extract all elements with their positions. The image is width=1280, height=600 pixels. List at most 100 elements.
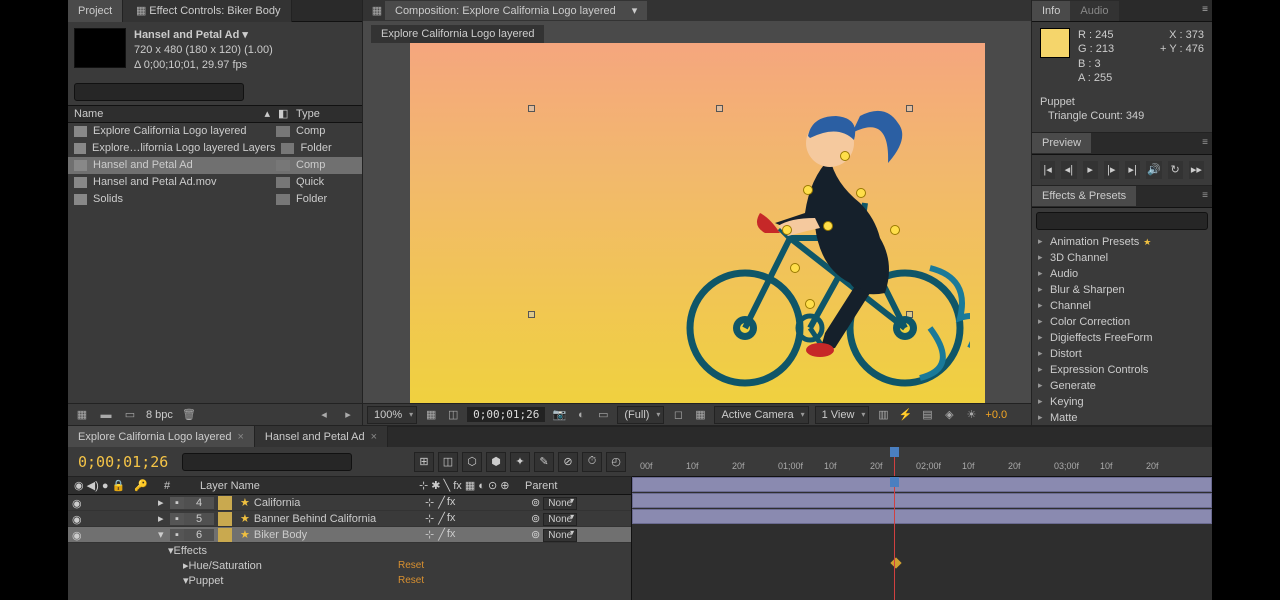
prev-frame-button[interactable]: ◂| [1061, 161, 1076, 179]
reset-link[interactable]: Reset [398, 575, 424, 586]
effect-category[interactable]: Channel [1036, 298, 1208, 314]
mask-icon[interactable]: ◫ [445, 407, 461, 423]
effects-group[interactable]: Effects [174, 545, 207, 557]
last-frame-button[interactable]: ▸| [1125, 161, 1140, 179]
pickwhip-icon[interactable]: ⊚ [531, 513, 540, 525]
timeline-layer-row[interactable]: ◉▾▪6★Biker Body⊹╱fx⊚ None [68, 527, 631, 543]
tool-btn[interactable]: ⊞ [414, 452, 434, 472]
camera-dropdown[interactable]: Active Camera [714, 406, 808, 424]
tool-btn[interactable]: ✎ [534, 452, 554, 472]
mute-button[interactable]: 🔊 [1146, 161, 1161, 179]
project-item[interactable]: Explore California Logo layeredComp [68, 123, 362, 140]
region-icon[interactable]: ▭ [595, 407, 611, 423]
layer-bar[interactable] [632, 509, 1212, 524]
roi-icon[interactable]: ◻ [670, 407, 686, 423]
label-color[interactable] [218, 512, 232, 526]
panel-menu-icon[interactable]: ≡ [1202, 137, 1208, 148]
comp-flowchart-tab[interactable]: Explore California Logo layered [371, 25, 544, 43]
scroll-right-icon[interactable]: ▸ [340, 407, 356, 423]
fx-hue-saturation[interactable]: Hue/Saturation [189, 560, 262, 572]
puppet-pin[interactable] [790, 263, 800, 273]
tool-btn[interactable]: ✦ [510, 452, 530, 472]
parent-dropdown[interactable]: None [543, 513, 577, 526]
timeline-layer-row[interactable]: ◉▸▪5★Banner Behind California⊹╱fx⊚ None [68, 511, 631, 527]
close-icon[interactable]: × [371, 431, 377, 443]
effect-category[interactable]: Digieffects FreeForm [1036, 330, 1208, 346]
current-time[interactable]: 0;00;01;26 [467, 407, 545, 422]
timeline-tab-2[interactable]: Hansel and Petal Ad× [255, 426, 388, 448]
timeline-tab-1[interactable]: Explore California Logo layered× [68, 426, 255, 448]
visibility-toggle[interactable]: ◉ [72, 513, 84, 525]
label-color[interactable] [218, 496, 232, 510]
sort-icon[interactable]: ▴ [264, 107, 270, 120]
playhead-line[interactable] [894, 477, 895, 600]
snapshot-icon[interactable]: 📷 [551, 407, 567, 423]
channel-icon[interactable]: ◐ [573, 407, 589, 423]
effect-category[interactable]: Audio [1036, 266, 1208, 282]
project-item[interactable]: Hansel and Petal AdComp [68, 157, 362, 174]
effect-category[interactable]: Blur & Sharpen [1036, 282, 1208, 298]
project-search-input[interactable] [74, 83, 244, 101]
timeline-search-input[interactable] [182, 453, 352, 471]
col-type[interactable]: Type [296, 108, 356, 120]
reset-link[interactable]: Reset [398, 560, 424, 571]
layer-bar[interactable] [632, 493, 1212, 508]
effect-category[interactable]: Distort [1036, 346, 1208, 362]
play-button[interactable]: ▸ [1083, 161, 1098, 179]
interpret-icon[interactable]: ▦ [74, 407, 90, 423]
first-frame-button[interactable]: |◂ [1040, 161, 1055, 179]
bpc-toggle[interactable]: 8 bpc [146, 409, 173, 421]
layer-bar[interactable] [632, 477, 1212, 492]
tab-preview[interactable]: Preview [1032, 133, 1091, 153]
col-label-icon[interactable]: ◧ [278, 107, 296, 120]
tool-btn[interactable]: ⬡ [462, 452, 482, 472]
pickwhip-icon[interactable]: ⊚ [531, 529, 540, 541]
effect-category[interactable]: Expression Controls [1036, 362, 1208, 378]
tab-effect-controls[interactable]: ▦ Effect Controls: Biker Body [123, 0, 291, 22]
puppet-pin[interactable] [856, 188, 866, 198]
pickwhip-icon[interactable]: ⊚ [531, 497, 540, 509]
tool-btn[interactable]: ⊘ [558, 452, 578, 472]
col-parent[interactable]: Parent [525, 480, 625, 492]
panel-menu-icon[interactable]: ≡ [1202, 190, 1208, 201]
flowchart-icon[interactable]: ◈ [941, 407, 957, 423]
playhead[interactable] [894, 447, 895, 476]
scroll-left-icon[interactable]: ◂ [316, 407, 332, 423]
project-item[interactable]: Hansel and Petal Ad.movQuick [68, 174, 362, 191]
tab-effects-presets[interactable]: Effects & Presets [1032, 186, 1136, 206]
grid-icon[interactable]: ▦ [423, 407, 439, 423]
exposure-value[interactable]: +0.0 [985, 409, 1007, 421]
puppet-pin[interactable] [890, 225, 900, 235]
loop-button[interactable]: ↻ [1168, 161, 1183, 179]
trash-icon[interactable]: 🗑 [181, 407, 197, 423]
effects-search-input[interactable] [1036, 212, 1208, 230]
parent-dropdown[interactable]: None [543, 529, 577, 542]
effect-category[interactable]: Keying [1036, 394, 1208, 410]
zoom-dropdown[interactable]: 100% [367, 406, 417, 424]
effect-category[interactable]: Matte [1036, 410, 1208, 426]
puppet-pin[interactable] [823, 221, 833, 231]
tab-project[interactable]: Project [68, 0, 123, 22]
project-item[interactable]: SolidsFolder [68, 191, 362, 208]
keyframe[interactable] [890, 557, 901, 568]
canvas[interactable] [410, 43, 985, 403]
fx-puppet[interactable]: Puppet [189, 575, 224, 587]
puppet-pin[interactable] [805, 299, 815, 309]
effect-category[interactable]: 3D Channel [1036, 250, 1208, 266]
visibility-toggle[interactable]: ◉ [72, 497, 84, 509]
view-dropdown[interactable]: 1 View [815, 406, 870, 424]
puppet-pin[interactable] [782, 225, 792, 235]
comp-nav-icon[interactable]: ▦ [369, 3, 385, 19]
tool-btn[interactable]: ◫ [438, 452, 458, 472]
time-ruler[interactable]: 00f10f20f01;00f10f20f02;00f10f20f03;00f1… [632, 447, 1212, 477]
next-frame-button[interactable]: |▸ [1104, 161, 1119, 179]
effect-category[interactable]: Color Correction [1036, 314, 1208, 330]
label-color[interactable] [218, 528, 232, 542]
col-name[interactable]: Name [74, 108, 264, 120]
tab-audio[interactable]: Audio [1070, 1, 1118, 21]
composition-tab[interactable]: Composition: Explore California Logo lay… [385, 1, 647, 20]
fast-preview-icon[interactable]: ⚡ [897, 407, 913, 423]
timeline-layer-row[interactable]: ◉▸▪4★California⊹╱fx⊚ None [68, 495, 631, 511]
close-icon[interactable]: × [237, 431, 243, 443]
project-item[interactable]: Explore…lifornia Logo layered LayersFold… [68, 140, 362, 157]
